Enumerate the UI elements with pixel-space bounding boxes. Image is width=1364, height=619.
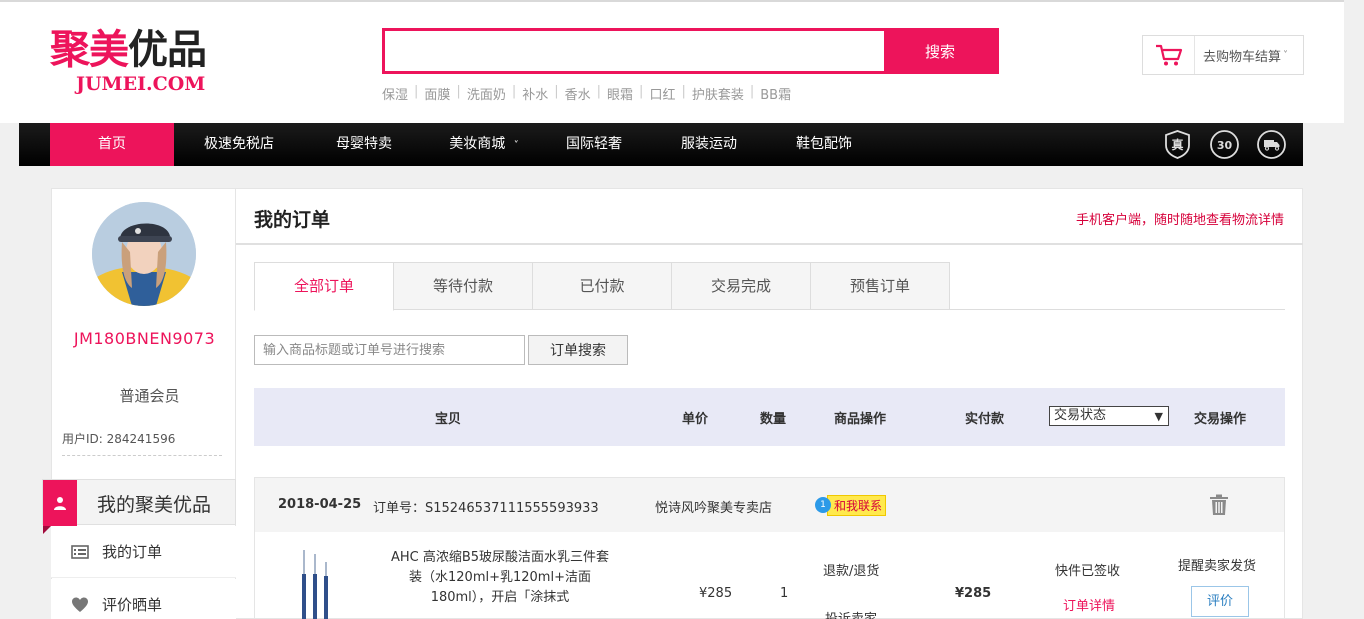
hot-word-link[interactable]: BB霜 — [754, 84, 797, 103]
list-icon — [71, 545, 89, 559]
column-header-paid: 实付款 — [965, 412, 1005, 427]
nav-item-duty-free[interactable]: 极速免税店 — [174, 123, 304, 166]
order-search-button[interactable]: 订单搜索 — [528, 335, 628, 365]
shipping-truck-icon — [1256, 129, 1287, 160]
divider — [236, 243, 1303, 245]
order-table-header: 宝贝 单价 数量 商品操作 实付款 交易状态 ▼ 交易操作 — [254, 388, 1285, 446]
hot-search-words: 保湿 | 面膜 | 洗面奶 | 补水 | 香水 | 眼霜 | 口红 | 护肤套装 | BB霜 — [382, 84, 797, 103]
sidebar-item-label: 评价晒单 — [102, 596, 163, 614]
search-bar: 搜索 — [382, 28, 999, 74]
user-id: 用户ID: 284241596 — [62, 430, 222, 456]
hot-word-link[interactable]: 补水 — [516, 84, 554, 103]
amount-paid: ¥285 — [955, 586, 992, 601]
avatar-image — [92, 202, 196, 306]
search-input[interactable] — [385, 31, 885, 71]
logo-text-dark: 优品 — [128, 27, 207, 73]
order-number: 订单号：S15246537111555593933 — [373, 501, 599, 516]
member-level: 普通会员 — [119, 387, 180, 405]
sidebar-item-label: 我的聚美优品 — [97, 494, 212, 516]
nav-item-shoes-bags[interactable]: 鞋包配饰 — [774, 123, 874, 166]
column-header-product: 宝贝 — [435, 412, 462, 427]
cart-label: 去购物车结算 — [1203, 49, 1282, 65]
order-detail-link[interactable]: 订单详情 — [1063, 595, 1115, 614]
shop-name-link[interactable]: 悦诗风吟聚美专卖店 — [655, 497, 772, 516]
mobile-app-promo-link[interactable]: 手机客户端，随时随地查看物流详情 — [1076, 209, 1284, 228]
sidebar-item-label: 我的订单 — [102, 543, 163, 561]
return-days-text: 30 — [1217, 139, 1233, 152]
remind-seller-ship-link[interactable]: 提醒卖家发货 — [1178, 555, 1256, 574]
tab-all-orders[interactable]: 全部订单 — [254, 262, 394, 311]
user-icon — [54, 497, 66, 510]
site-header: 聚美优品 JUMEI.COM 搜索 保湿 | 面膜 | 洗面奶 | 补水 | 香水 | 眼… — [0, 0, 1344, 123]
tab-completed[interactable]: 交易完成 — [671, 262, 811, 310]
avatar[interactable] — [92, 202, 196, 306]
logo-text-pink: 聚美 — [50, 27, 129, 73]
hot-word-link[interactable]: 香水 — [559, 84, 597, 103]
order-search-input[interactable] — [254, 335, 525, 365]
order-date: 2018-04-25 — [278, 497, 362, 512]
review-button[interactable]: 评价 — [1191, 586, 1249, 617]
heart-icon — [72, 597, 88, 612]
tab-awaiting-payment[interactable]: 等待付款 — [393, 262, 533, 310]
nav-item-luxury[interactable]: 国际轻奢 — [544, 123, 644, 166]
nav-item-cosmetics-label: 美妆商城 — [449, 136, 506, 152]
genuine-guarantee-icon: 真 — [1162, 129, 1193, 160]
nav-item-cosmetics[interactable]: 美妆商城 ˅ — [424, 123, 544, 166]
trash-icon[interactable] — [1209, 494, 1229, 516]
order-tabs: 全部订单 等待付款 已付款 交易完成 预售订单 — [254, 262, 1285, 311]
hot-word-link[interactable]: 面膜 — [418, 84, 456, 103]
search-button[interactable]: 搜索 — [884, 31, 996, 71]
hot-word-link[interactable]: 护肤套装 — [686, 84, 750, 103]
contact-seller-label: 和我联系 — [827, 494, 887, 516]
column-header-trade-ops: 交易操作 — [1194, 412, 1247, 427]
30-day-return-icon: 30 — [1209, 129, 1240, 160]
nav-item-apparel[interactable]: 服装运动 — [659, 123, 759, 166]
order-card-header: 2018-04-25 订单号：S15246537111555593933 悦诗风… — [255, 478, 1284, 532]
nav-item-baby[interactable]: 母婴特卖 — [304, 123, 424, 166]
orders-panel: 我的订单 手机客户端，随时随地查看物流详情 全部订单 等待付款 已付款 交易完成… — [236, 188, 1303, 619]
hot-word-link[interactable]: 口红 — [643, 84, 681, 103]
trade-status-select[interactable]: 交易状态 ▼ — [1049, 406, 1169, 426]
page-title: 我的订单 — [254, 209, 331, 231]
hot-word-link[interactable]: 保湿 — [382, 84, 414, 103]
column-header-quantity: 数量 — [760, 412, 787, 427]
product-thumbnail[interactable] — [295, 550, 335, 619]
product-unit-price: ¥285 — [699, 586, 733, 601]
sidebar-item-my-orders[interactable]: 我的订单 — [51, 526, 236, 578]
jumei-logo[interactable]: 聚美优品 JUMEI.COM — [50, 26, 230, 98]
chat-icon: 1 — [815, 497, 831, 513]
contact-seller-button[interactable]: 1 和我联系 — [815, 494, 887, 516]
product-quantity: 1 — [780, 586, 789, 601]
trade-status-select-value: 交易状态 — [1054, 408, 1107, 423]
complain-seller-link[interactable]: 投诉卖家 — [825, 608, 877, 619]
chevron-down-icon: ˅ — [513, 140, 519, 151]
nav-item-home[interactable]: 首页 — [50, 123, 174, 166]
tab-presale[interactable]: 预售订单 — [810, 262, 950, 310]
order-card: 2018-04-25 订单号：S15246537111555593933 悦诗风… — [254, 477, 1285, 619]
sidebar-item-reviews[interactable]: 评价晒单 — [51, 579, 236, 619]
dropdown-arrow-icon: ▼ — [1154, 410, 1163, 423]
logo-text-en: JUMEI.COM — [76, 73, 206, 95]
shopping-cart-icon — [1155, 44, 1182, 66]
service-badges: 真 30 — [1162, 129, 1287, 160]
username: JM180BNEN9073 — [73, 329, 216, 348]
genuine-badge-text: 真 — [1171, 137, 1183, 152]
product-title-link[interactable]: AHC 高浓缩B5玻尿酸洁面水乳三件套装（水120ml+乳120ml+洁面180… — [385, 548, 615, 608]
sidebar-item-my-jumei[interactable]: 我的聚美优品 — [42, 479, 236, 534]
refund-return-link[interactable]: 退款/退货 — [823, 560, 879, 579]
hot-word-link[interactable]: 眼霜 — [601, 84, 639, 103]
main-nav: 首页 极速免税店 母婴特卖 美妆商城 ˅ 国际轻奢 服装运动 鞋包配饰 真 30 — [19, 123, 1303, 166]
tab-paid[interactable]: 已付款 — [532, 262, 672, 310]
hot-word-link[interactable]: 洗面奶 — [461, 84, 512, 103]
order-status: 快件已签收 — [1055, 564, 1121, 579]
chevron-down-icon: ˅ — [1283, 49, 1289, 61]
column-header-price: 单价 — [682, 412, 709, 427]
cart-checkout-button[interactable]: 去购物车结算 ˅ — [1142, 35, 1304, 75]
column-header-product-ops: 商品操作 — [834, 412, 887, 427]
